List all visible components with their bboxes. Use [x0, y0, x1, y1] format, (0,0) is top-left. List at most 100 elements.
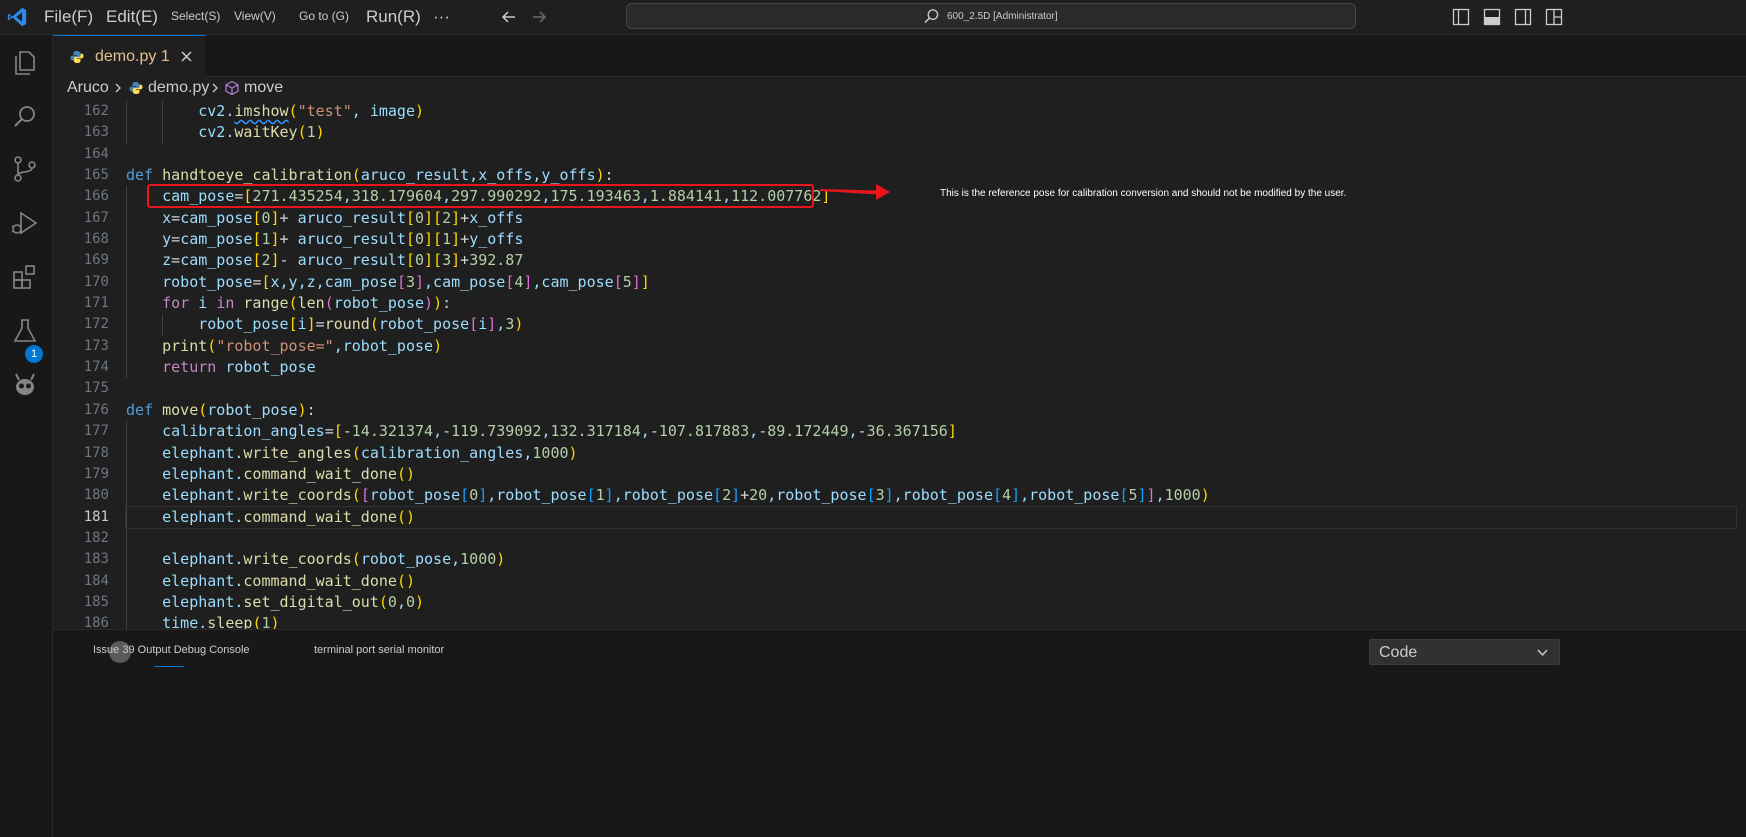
line-number: 167 [83, 209, 109, 226]
vscode-logo-icon[interactable] [6, 6, 28, 28]
extensions-icon[interactable] [9, 261, 41, 293]
code-line: elephant.write_angles(calibration_angles… [126, 442, 1736, 464]
menu-run[interactable]: Run(R) [366, 0, 421, 34]
command-center[interactable]: 600_2.5D [Administrator] [626, 3, 1356, 29]
breadcrumb-symbol[interactable]: move [244, 77, 283, 99]
menu-file[interactable]: File(F) [44, 0, 93, 34]
active-tab-indicator [154, 666, 184, 667]
panel-tabs-issues-output-debug[interactable]: Issue 39 Output Debug Console [93, 644, 250, 656]
line-number: 173 [83, 337, 109, 354]
line-number: 169 [83, 252, 109, 269]
bottom-panel: Issue 39 Output Debug Console terminal p… [53, 629, 1746, 837]
line-number: 168 [83, 231, 109, 248]
platformio-alien-icon[interactable] [9, 369, 41, 401]
code-line: time.sleep(1) [126, 613, 1736, 629]
line-number: 175 [83, 380, 109, 397]
annotation-note: This is the reference pose for calibrati… [940, 188, 1347, 199]
code-line: def move(robot_pose): [126, 400, 316, 419]
back-arrow-icon[interactable] [498, 6, 520, 28]
line-number: 164 [83, 145, 109, 162]
chevron-down-icon [1537, 649, 1548, 657]
code-line [126, 527, 1736, 550]
title-bar: File(F) Edit(E) Select(S) View(V) Go to … [0, 0, 1746, 35]
line-number: 182 [83, 529, 109, 546]
line-number: 176 [83, 401, 109, 418]
output-channel-value: Code [1379, 644, 1418, 661]
menu-edit[interactable]: Edit(E) [106, 0, 158, 34]
line-number-gutter: 162 163 164 165 166 167 168 169 170 171 … [53, 101, 109, 629]
line-number: 178 [83, 444, 109, 461]
code-line: for i in range(len(robot_pose)): [126, 293, 1736, 315]
line-number: 162 [83, 103, 109, 119]
menu-more[interactable]: ··· [433, 0, 450, 34]
annotation-highlight-box [147, 184, 814, 208]
code-line: return robot_pose [126, 357, 1736, 379]
annotation-arrow-icon [820, 184, 890, 200]
toggle-primary-sidebar-icon[interactable] [1452, 8, 1470, 26]
output-channel-select[interactable]: Code [1369, 639, 1560, 665]
code-line: elephant.set_digital_out(0,0) [126, 591, 1736, 614]
breadcrumb: Aruco demo.py move [53, 77, 1746, 101]
editor-tab-bar: demo.py 1 [53, 35, 1746, 77]
line-number: 165 [83, 167, 109, 184]
search-icon [924, 9, 939, 24]
panel-tabs-terminal-port-serial[interactable]: terminal port serial monitor [314, 644, 444, 656]
run-debug-icon[interactable] [9, 207, 41, 239]
customize-layout-icon[interactable] [1545, 8, 1563, 26]
source-control-icon[interactable] [9, 153, 41, 185]
toggle-secondary-sidebar-icon[interactable] [1514, 8, 1532, 26]
code-line: elephant.command_wait_done() [126, 463, 1736, 486]
search-icon[interactable] [9, 101, 41, 133]
code-line: cv2.waitKey(1) [126, 122, 1736, 144]
chevron-right-icon [115, 83, 121, 93]
code-line: y=cam_pose[1]+ aruco_result[0][1]+y_offs [126, 229, 1736, 251]
line-number-current: 181 [83, 508, 109, 525]
code-editor[interactable]: 162 163 164 165 166 167 168 169 170 171 … [53, 101, 1746, 629]
code-line: elephant.write_coords([robot_pose[0],rob… [126, 485, 1736, 507]
line-number: 171 [83, 295, 109, 312]
line-number: 180 [83, 487, 109, 504]
toggle-panel-icon[interactable] [1483, 8, 1501, 26]
line-number: 179 [83, 465, 109, 482]
line-number: 172 [83, 316, 109, 333]
forward-arrow-icon[interactable] [528, 6, 550, 28]
code-line: print("robot_pose=",robot_pose) [126, 335, 1736, 358]
code-line: robot_pose[i]=round(robot_pose[i],3) [126, 314, 1736, 336]
tab-demo-py[interactable]: demo.py 1 [53, 35, 205, 77]
code-line: z=cam_pose[2]- aruco_result[0][3]+392.87 [126, 250, 1736, 272]
close-icon[interactable] [179, 49, 194, 64]
menu-goto[interactable]: Go to (G) [299, 0, 349, 34]
menu-select[interactable]: Select(S) [171, 0, 220, 34]
breadcrumb-file[interactable]: demo.py [148, 77, 209, 99]
testing-icon[interactable] [9, 315, 41, 347]
line-number: 174 [83, 359, 109, 376]
extensions-badge: 1 [25, 345, 43, 363]
code-line: x=cam_pose[0]+ aruco_result[0][2]+x_offs [126, 207, 1736, 230]
tab-label: demo.py 1 [95, 48, 170, 65]
line-number: 184 [83, 572, 109, 589]
code-line-current: elephant.command_wait_done() [125, 505, 1737, 529]
code-line: cv2.imshow("test", image) [126, 101, 1736, 123]
line-number: 186 [83, 615, 109, 629]
line-number: 163 [83, 124, 109, 141]
activity-bar: 1 [0, 35, 53, 837]
line-number: 170 [83, 273, 109, 290]
code-line: robot_pose=[x,y,z,cam_pose[3],cam_pose[4… [126, 271, 1736, 294]
chevron-right-icon [212, 83, 218, 93]
line-number: 166 [83, 188, 109, 205]
line-number: 177 [83, 423, 109, 440]
line-number: 185 [83, 593, 109, 610]
command-center-label: 600_2.5D [Administrator] [947, 11, 1058, 22]
python-icon [70, 51, 84, 63]
breadcrumb-folder[interactable]: Aruco [67, 77, 109, 99]
python-icon [129, 82, 143, 94]
code-line: elephant.command_wait_done() [126, 570, 1736, 592]
code-line: calibration_angles=[-14.321374,-119.7390… [126, 421, 1736, 443]
menu-view[interactable]: View(V) [234, 0, 276, 34]
symbol-method-icon [225, 80, 239, 96]
line-number: 183 [83, 551, 109, 568]
code-lines: cv2.imshow("test", image) cv2.waitKey(1)… [125, 101, 1737, 629]
explorer-icon[interactable] [9, 47, 41, 79]
